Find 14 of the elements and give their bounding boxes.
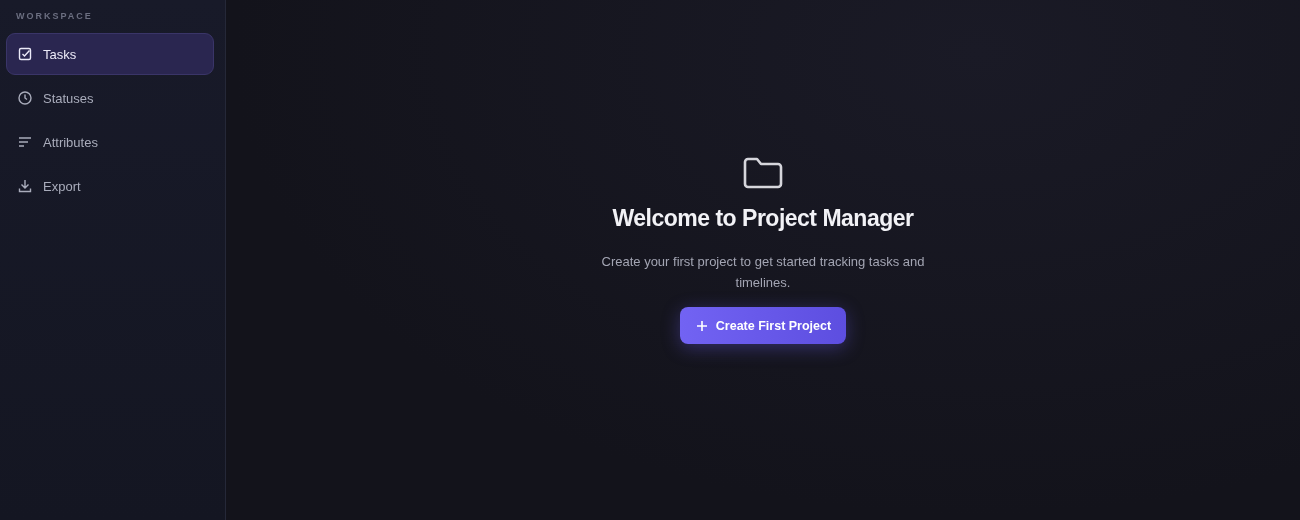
nav-item[interactable]: Attributes [6,121,214,163]
folder-icon [741,155,785,191]
checkbox-icon [17,46,33,62]
nav-item[interactable]: Statuses [6,77,214,119]
plus-icon [696,320,707,331]
nav-item[interactable]: Tasks [6,33,214,75]
welcome-title: Welcome to Project Manager [612,205,914,232]
create-project-button[interactable]: Create First Project [679,307,847,344]
clock-icon [17,90,33,106]
download-icon [17,178,33,194]
section-label: WORKSPACE [15,10,94,23]
nav-item[interactable]: Export [6,165,214,207]
lines-icon [17,134,33,150]
welcome-description: Create your first project to get started tracking tasks and timelines. [600,253,926,292]
